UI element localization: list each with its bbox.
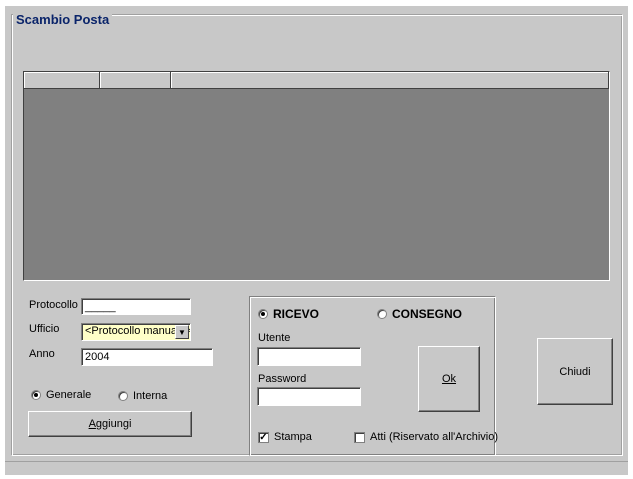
checkbox-empty[interactable] [354, 431, 365, 443]
group-title: Scambio Posta [13, 12, 113, 27]
status-bar [5, 461, 628, 475]
protocollo-label: Protocollo [29, 299, 78, 311]
grid-column-header[interactable] [100, 72, 171, 88]
radio-interna-label: Interna [133, 390, 168, 402]
utente-label: Utente [258, 332, 291, 344]
password-label: Password [258, 373, 307, 385]
ok-button[interactable]: Ok [418, 346, 480, 412]
radio-generale[interactable]: Generale [31, 389, 91, 401]
radio-generale-label: Generale [46, 389, 92, 401]
chiudi-button[interactable]: Chiudi [537, 338, 613, 405]
aggiungi-button[interactable]: Aggiungi [28, 411, 192, 437]
aggiungi-accel: A [88, 418, 96, 430]
radio-indicator[interactable] [31, 390, 41, 400]
grid-header [24, 72, 609, 89]
stampa-checkbox[interactable]: ✓ Stampa [258, 431, 312, 443]
utente-input[interactable] [257, 347, 361, 366]
atti-checkbox[interactable]: Atti (Riservato all'Archivio) [354, 431, 498, 443]
radio-indicator[interactable] [258, 309, 268, 319]
ok-label: Ok [441, 373, 457, 385]
radio-interna[interactable]: Interna [118, 390, 167, 402]
atti-label: Atti (Riservato all'Archivio) [370, 431, 499, 443]
password-input[interactable] [257, 387, 361, 406]
check-icon[interactable]: ✓ [258, 431, 269, 443]
anno-input[interactable]: 2004 [81, 348, 213, 366]
grid-column-header[interactable] [171, 72, 609, 88]
radio-indicator[interactable] [118, 391, 128, 401]
stampa-label: Stampa [274, 431, 312, 443]
radio-indicator[interactable] [377, 309, 387, 319]
protocollo-input[interactable]: _____ [81, 298, 191, 315]
grid-column-header[interactable] [24, 72, 100, 88]
aggiungi-rest: ggiungi [95, 418, 132, 430]
radio-ricevo[interactable]: RICEVO [258, 307, 319, 321]
radio-ricevo-label: RICEVO [273, 307, 320, 321]
anno-label: Anno [29, 348, 55, 360]
messages-grid[interactable] [23, 71, 610, 281]
ufficio-label: Ufficio [29, 323, 60, 335]
radio-consegno[interactable]: CONSEGNO [377, 307, 462, 321]
ufficio-select[interactable]: <Protocollo manuale> ▼ [81, 323, 191, 341]
chevron-down-icon[interactable]: ▼ [175, 325, 189, 339]
radio-consegno-label: CONSEGNO [392, 307, 463, 321]
chiudi-label: Chiudi [559, 365, 591, 378]
